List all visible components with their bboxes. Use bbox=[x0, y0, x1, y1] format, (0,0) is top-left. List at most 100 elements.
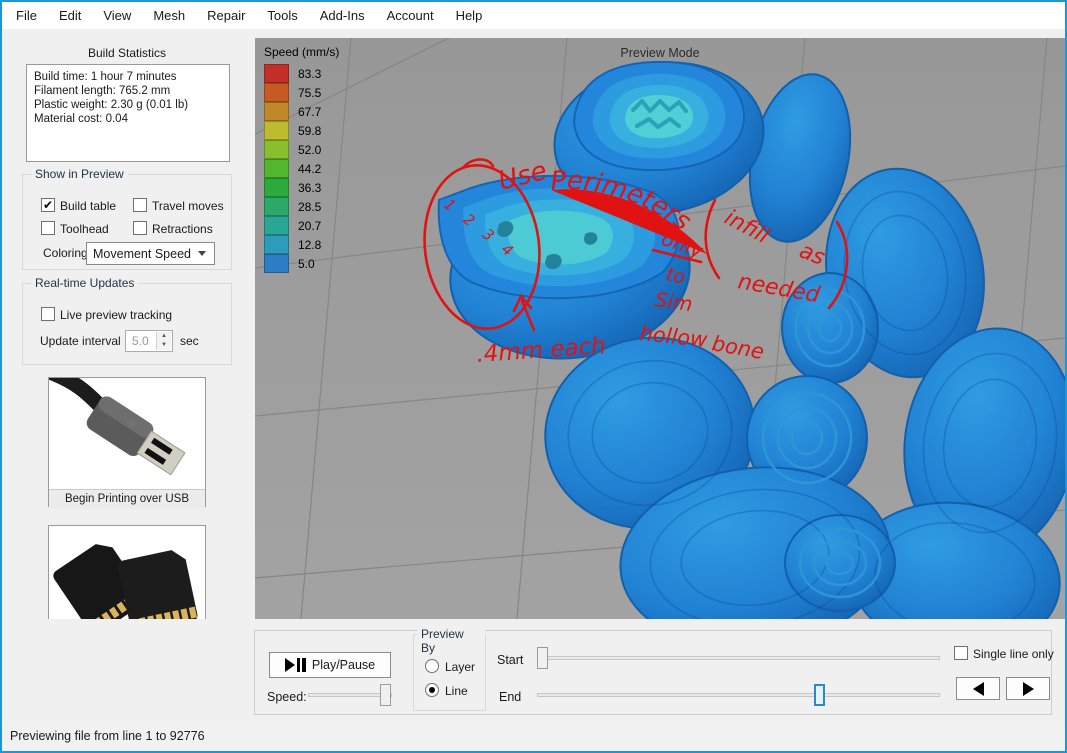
step-back-button[interactable] bbox=[956, 677, 1000, 700]
legend-swatch bbox=[264, 197, 289, 216]
build-time: Build time: 1 hour 7 minutes bbox=[34, 70, 222, 84]
usb-plug-image: ⑂ bbox=[49, 378, 205, 486]
legend-row: 36.3 bbox=[264, 178, 339, 197]
play-pause-label: Play/Pause bbox=[312, 658, 375, 672]
legend-title: Speed (mm/s) bbox=[264, 45, 339, 59]
legend-row: 44.2 bbox=[264, 159, 339, 178]
update-interval-value: 5.0 bbox=[132, 334, 149, 348]
speed-legend: Speed (mm/s) 83.3 75.5 67.7 59.8 52.0 44… bbox=[264, 45, 339, 273]
line-radio-label: Line bbox=[445, 684, 468, 698]
annotation-needed: needed bbox=[736, 269, 823, 308]
step-forward-button[interactable] bbox=[1006, 677, 1050, 700]
legend-swatch bbox=[264, 83, 289, 102]
legend-row: 59.8 bbox=[264, 121, 339, 140]
coloring-value: Movement Speed bbox=[93, 247, 191, 261]
realtime-updates-title: Real-time Updates bbox=[31, 276, 138, 290]
legend-swatch bbox=[264, 235, 289, 254]
menu-edit[interactable]: Edit bbox=[48, 3, 92, 28]
layer-radio[interactable] bbox=[425, 659, 439, 673]
build-statistics-title: Build Statistics bbox=[12, 46, 242, 60]
speed-slider-thumb[interactable] bbox=[380, 684, 391, 706]
legend-swatch bbox=[264, 216, 289, 235]
menu-tools[interactable]: Tools bbox=[256, 3, 308, 28]
menu-repair[interactable]: Repair bbox=[196, 3, 256, 28]
live-preview-checkbox[interactable] bbox=[41, 307, 55, 321]
play-pause-icon bbox=[285, 658, 306, 672]
preview-3d-viewport[interactable]: 1 2 3 4 Use Perimeters only to Sim hollo… bbox=[255, 38, 1065, 619]
statusbar: Previewing file from line 1 to 92776 bbox=[2, 721, 1065, 751]
build-table-label: Build table bbox=[60, 199, 116, 213]
start-slider-track[interactable] bbox=[537, 656, 940, 660]
retractions-checkbox[interactable] bbox=[133, 221, 147, 235]
end-slider-track[interactable] bbox=[537, 693, 940, 697]
legend-row: 75.5 bbox=[264, 83, 339, 102]
legend-swatch bbox=[264, 64, 289, 83]
legend-row: 67.7 bbox=[264, 102, 339, 121]
printed-model bbox=[442, 49, 1065, 619]
sidebar: Build Statistics Build time: 1 hour 7 mi… bbox=[2, 29, 253, 721]
legend-row: 20.7 bbox=[264, 216, 339, 235]
single-line-checkbox[interactable] bbox=[954, 646, 968, 660]
build-statistics-box: Build time: 1 hour 7 minutes Filament le… bbox=[26, 64, 230, 162]
build-table-checkbox[interactable]: ✔ bbox=[41, 198, 55, 212]
travel-moves-checkbox[interactable] bbox=[133, 198, 147, 212]
line-radio[interactable] bbox=[425, 683, 439, 697]
end-slider-thumb[interactable] bbox=[814, 684, 825, 706]
spinner-arrows-icon[interactable]: ▲▼ bbox=[156, 332, 171, 350]
menu-account[interactable]: Account bbox=[376, 3, 445, 28]
legend-row: 83.3 bbox=[264, 64, 339, 83]
layer-radio-label: Layer bbox=[445, 660, 475, 674]
legend-swatch bbox=[264, 121, 289, 140]
app-window: File Edit View Mesh Repair Tools Add-Ins… bbox=[0, 0, 1067, 753]
coloring-dropdown[interactable]: Movement Speed bbox=[86, 242, 215, 265]
legend-row: 5.0 bbox=[264, 254, 339, 273]
show-in-preview-title: Show in Preview bbox=[31, 167, 128, 181]
speed-slider[interactable] bbox=[308, 684, 392, 706]
end-slider[interactable] bbox=[537, 684, 940, 706]
realtime-updates-group: Real-time Updates Live preview tracking … bbox=[22, 283, 232, 365]
retractions-label: Retractions bbox=[152, 222, 213, 236]
menu-file[interactable]: File bbox=[5, 3, 48, 28]
menubar: File Edit View Mesh Repair Tools Add-Ins… bbox=[2, 2, 1065, 29]
preview-mode-label: Preview Mode bbox=[255, 46, 1065, 60]
playback-controls: Play/Pause Speed: Preview By Layer Line … bbox=[2, 619, 1065, 725]
usb-button-label: Begin Printing over USB bbox=[49, 489, 205, 509]
toolhead-checkbox[interactable] bbox=[41, 221, 55, 235]
status-text: Previewing file from line 1 to 92776 bbox=[10, 729, 205, 743]
live-preview-label: Live preview tracking bbox=[60, 308, 172, 322]
travel-moves-label: Travel moves bbox=[152, 199, 224, 213]
menu-mesh[interactable]: Mesh bbox=[142, 3, 196, 28]
material-cost: Material cost: 0.04 bbox=[34, 112, 222, 126]
right-arrow-icon bbox=[1023, 682, 1034, 696]
legend-row: 28.5 bbox=[264, 197, 339, 216]
filament-length: Filament length: 765.2 mm bbox=[34, 84, 222, 98]
toolhead-label: Toolhead bbox=[60, 222, 109, 236]
update-interval-spinner[interactable]: 5.0 ▲▼ bbox=[125, 330, 173, 352]
menu-help[interactable]: Help bbox=[445, 3, 494, 28]
legend-row: 52.0 bbox=[264, 140, 339, 159]
end-label: End bbox=[499, 690, 521, 704]
plastic-weight: Plastic weight: 2.30 g (0.01 lb) bbox=[34, 98, 222, 112]
update-interval-unit: sec bbox=[180, 334, 199, 348]
start-slider-thumb[interactable] bbox=[537, 647, 548, 669]
update-interval-label: Update interval bbox=[40, 334, 121, 348]
show-in-preview-group: Show in Preview ✔ Build table Travel mov… bbox=[22, 174, 232, 270]
menu-view[interactable]: View bbox=[92, 3, 142, 28]
begin-printing-usb-button[interactable]: ⑂ Begin Printing over USB bbox=[48, 377, 206, 507]
start-slider[interactable] bbox=[537, 647, 940, 669]
legend-swatch bbox=[264, 140, 289, 159]
controls-box: Play/Pause Speed: Preview By Layer Line … bbox=[254, 630, 1052, 715]
menu-addins[interactable]: Add-Ins bbox=[309, 3, 376, 28]
legend-swatch bbox=[264, 178, 289, 197]
speed-label: Speed: bbox=[267, 690, 307, 704]
legend-row: 12.8 bbox=[264, 235, 339, 254]
play-pause-button[interactable]: Play/Pause bbox=[269, 652, 391, 678]
legend-swatch bbox=[264, 102, 289, 121]
coloring-label: Coloring bbox=[43, 246, 88, 260]
legend-swatch bbox=[264, 159, 289, 178]
start-label: Start bbox=[497, 653, 523, 667]
preview-by-group: Preview By Layer Line bbox=[413, 634, 486, 711]
preview-by-title: Preview By bbox=[417, 627, 485, 655]
toolpath-scene: 1 2 3 4 Use Perimeters only to Sim hollo… bbox=[255, 38, 1065, 619]
top-vertebra-face bbox=[574, 62, 744, 170]
